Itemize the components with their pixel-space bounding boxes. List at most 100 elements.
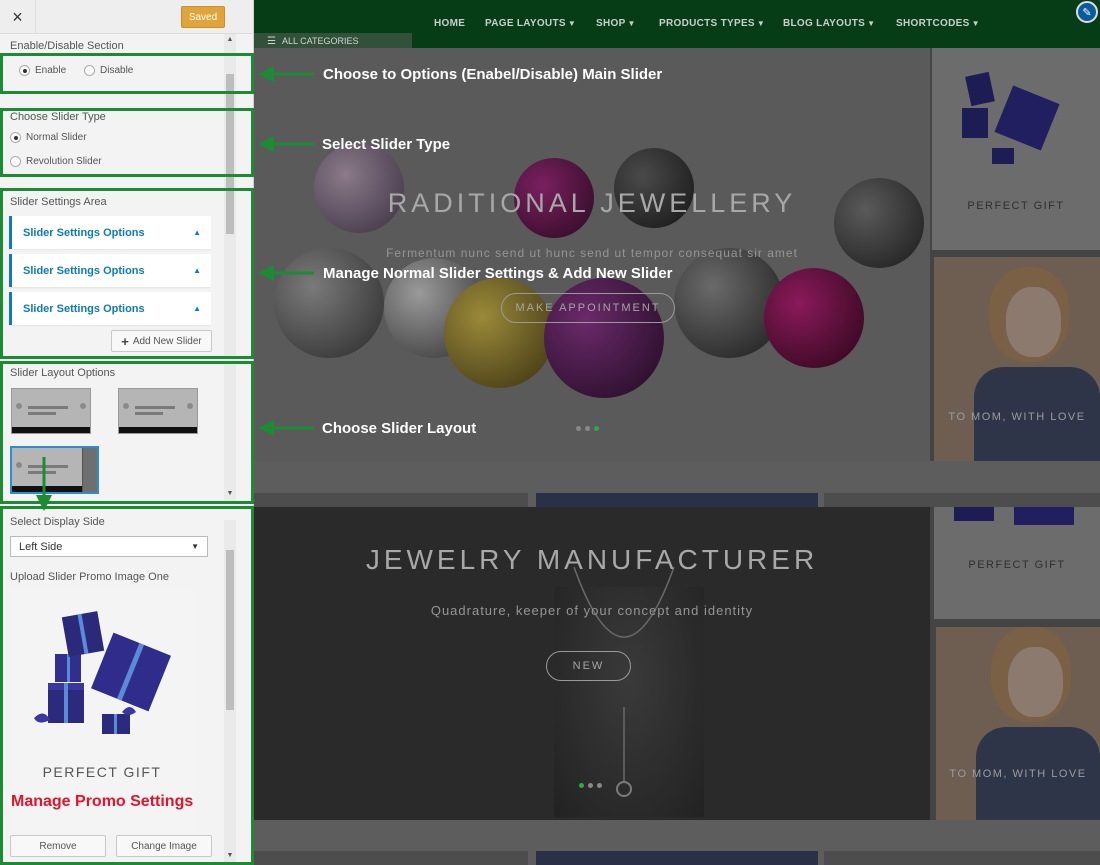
scroll-up-icon[interactable]: ▲: [226, 36, 234, 44]
close-icon[interactable]: ×: [0, 0, 36, 34]
radio-disable-label: Disable: [100, 65, 134, 76]
remove-button[interactable]: Remove: [10, 835, 106, 857]
radio-normal-slider[interactable]: Normal Slider: [10, 132, 87, 143]
nav-products-types[interactable]: PRODUCTS TYPES ▼: [659, 18, 765, 29]
radio-enable[interactable]: Enable: [19, 65, 66, 76]
customizer-panel: × Saved ▲ ▼ ▼ Enable/Disable Section Ena…: [0, 0, 254, 865]
chevron-down-icon: ▼: [971, 19, 980, 28]
scroll-down-icon-lower[interactable]: ▼: [226, 852, 234, 860]
slider-settings-accordion-2[interactable]: Slider Settings Options ▲: [9, 254, 211, 287]
nav-label: SHORTCODES: [896, 18, 970, 29]
pagination-dot[interactable]: [585, 426, 590, 431]
layout-option-3-selected[interactable]: [10, 446, 99, 494]
mom-caption: TO MOM, WITH LOVE: [948, 411, 1086, 423]
accordion-label: Slider Settings Options: [23, 226, 145, 239]
pagination-dot[interactable]: [576, 426, 581, 431]
pencil-icon[interactable]: ✎: [1076, 1, 1098, 23]
thumb-line: [28, 412, 56, 415]
slide-2-subtitle: Quadrature, keeper of your concept and i…: [430, 603, 754, 618]
annotation-layout: Choose Slider Layout: [258, 418, 476, 438]
scrollbar-thumb-lower[interactable]: [226, 550, 234, 710]
radio-revolution-slider[interactable]: Revolution Slider: [10, 156, 102, 167]
radio-normal-dot[interactable]: [10, 132, 21, 143]
slider-settings-accordion-3[interactable]: Slider Settings Options ▲: [9, 292, 211, 325]
promo-card-mom-2[interactable]: TO MOM, WITH LOVE: [936, 627, 1100, 820]
nav-blog-layouts[interactable]: BLOG LAYOUTS ▼: [783, 18, 875, 29]
thumb-dot: [187, 403, 193, 409]
main-slider-slide-1: RADITIONAL JEWELLERY Fermentum nunc send…: [254, 48, 930, 461]
radio-revolution-label: Revolution Slider: [26, 156, 102, 167]
add-new-slider-button[interactable]: + Add New Slider: [111, 330, 212, 352]
promo-card-mom[interactable]: TO MOM, WITH LOVE: [934, 257, 1100, 461]
nav-shortcodes[interactable]: SHORTCODES ▼: [896, 18, 980, 29]
layout-option-2[interactable]: [118, 388, 198, 434]
make-appointment-button[interactable]: MAKE APPOINTMENT: [501, 293, 675, 323]
slide-2-title: JEWELRY MANUFACTURER: [365, 544, 819, 575]
nav-label: PAGE LAYOUTS: [485, 18, 566, 29]
change-image-button[interactable]: Change Image: [116, 835, 212, 857]
nav-label: HOME: [434, 18, 466, 29]
thumb-line: [135, 412, 163, 415]
scrollbar-upper[interactable]: ▲ ▼: [224, 34, 236, 501]
accordion-label: Slider Settings Options: [23, 264, 145, 277]
nav-home[interactable]: HOME: [434, 18, 465, 29]
radio-revolution-dot[interactable]: [10, 156, 21, 167]
arrow-left-icon: [258, 136, 314, 152]
slider-pagination[interactable]: [576, 426, 599, 431]
slide-1-title: RADITIONAL JEWELLERY: [387, 188, 797, 218]
gift-boxes-image: [34, 611, 171, 734]
bottom-tile: [536, 851, 818, 865]
main-slider-slide-2: JEWELRY MANUFACTURER Quadrature, keeper …: [254, 507, 930, 820]
slider-type-label: Choose Slider Type: [10, 111, 106, 123]
bead: [764, 268, 864, 368]
nav-label: SHOP: [596, 18, 626, 29]
caret-up-icon: ▲: [193, 228, 201, 237]
radio-enable-label: Enable: [35, 65, 67, 76]
gift-boxes-image: [962, 71, 1060, 164]
chevron-down-icon: ▼: [567, 19, 577, 28]
nav-page-layouts[interactable]: PAGE LAYOUTS ▼: [485, 18, 576, 29]
pagination-dot[interactable]: [597, 783, 602, 788]
chevron-down-icon: ▼: [756, 19, 766, 28]
slider-pagination-2[interactable]: [579, 783, 602, 788]
thumb-side-panel: [82, 448, 97, 492]
pagination-dot-active[interactable]: [594, 426, 599, 431]
scrollbar-lower[interactable]: ▼: [224, 520, 236, 865]
nav-label: PRODUCTS TYPES: [659, 18, 755, 29]
promo-card-gift[interactable]: PERFECT GIFT: [932, 48, 1100, 250]
slider-settings-accordion-1[interactable]: Slider Settings Options ▲: [9, 216, 211, 249]
saved-button[interactable]: Saved: [181, 6, 225, 28]
display-side-select[interactable]: Left Side ▼: [10, 536, 208, 557]
layout-option-1[interactable]: [11, 388, 91, 434]
bottom-tile: [254, 851, 528, 865]
pagination-dot-active[interactable]: [579, 783, 584, 788]
arrow-left-icon: [258, 66, 314, 82]
thumb-dot: [123, 403, 129, 409]
arrow-down-icon: [36, 457, 52, 511]
arrow-left-icon: [258, 265, 314, 281]
scroll-down-icon[interactable]: ▼: [226, 490, 234, 498]
bottom-tile: [824, 851, 1100, 865]
add-new-slider-label: Add New Slider: [132, 335, 202, 347]
plus-icon: +: [121, 333, 129, 349]
nav-shop[interactable]: SHOP ▼: [596, 18, 636, 29]
radio-normal-label: Normal Slider: [26, 132, 87, 143]
promo-caption: PERFECT GIFT: [42, 764, 162, 780]
layout-options-label: Slider Layout Options: [10, 367, 116, 379]
all-categories-menu[interactable]: ☰ ALL CATEGORIES: [254, 33, 412, 49]
new-button[interactable]: NEW: [546, 651, 631, 681]
portrait-face: [1006, 287, 1061, 357]
mom-caption-2: TO MOM, WITH LOVE: [949, 768, 1087, 780]
radio-enable-dot[interactable]: [19, 65, 30, 76]
thumb-bar: [119, 427, 197, 433]
section-divider-tile: [824, 493, 1100, 507]
promo-card-gift-2[interactable]: PERFECT GIFT: [934, 507, 1100, 619]
menu-icon: ☰: [267, 35, 276, 47]
chevron-down-icon: ▼: [627, 19, 636, 28]
radio-disable[interactable]: Disable: [84, 65, 133, 76]
pagination-dot[interactable]: [588, 783, 593, 788]
thumb-line: [28, 406, 68, 409]
scrollbar-thumb[interactable]: [226, 74, 234, 234]
thumb-dot: [80, 403, 86, 409]
radio-disable-dot[interactable]: [84, 65, 95, 76]
